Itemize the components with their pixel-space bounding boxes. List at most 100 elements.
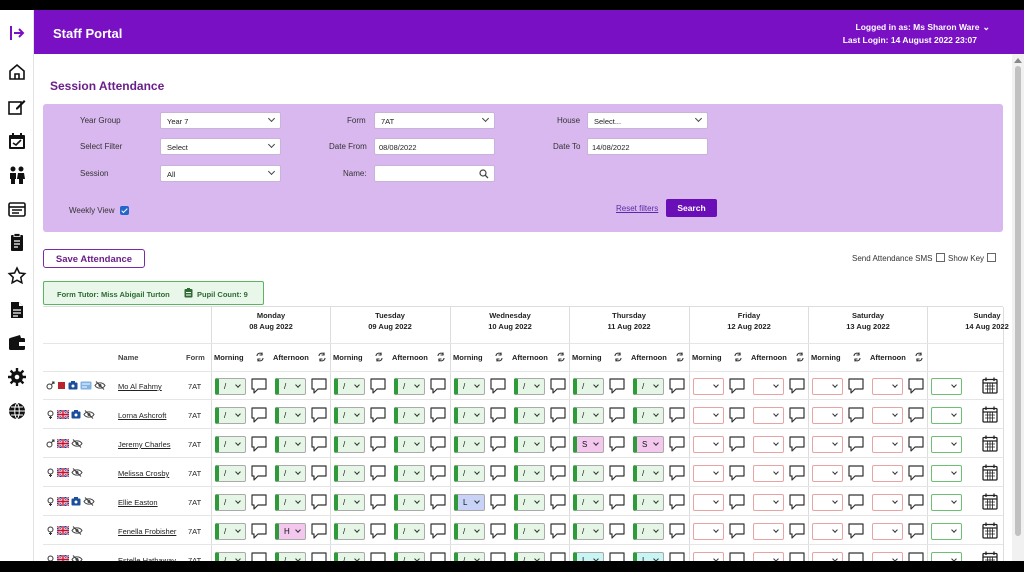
comment-icon[interactable] — [907, 493, 925, 511]
morning-attendance-select[interactable]: / — [215, 378, 246, 395]
morning-attendance-select[interactable]: / — [215, 436, 246, 453]
comment-icon[interactable] — [788, 551, 806, 561]
afternoon-attendance-select[interactable] — [753, 465, 784, 482]
afternoon-attendance-select[interactable] — [753, 494, 784, 511]
comment-icon[interactable] — [788, 435, 806, 453]
comment-icon[interactable] — [788, 464, 806, 482]
morning-attendance-select[interactable] — [812, 378, 843, 395]
afternoon-attendance-select[interactable] — [872, 523, 903, 540]
afternoon-attendance-select[interactable] — [872, 407, 903, 424]
morning-attendance-select[interactable] — [693, 552, 724, 561]
afternoon-attendance-select[interactable] — [872, 552, 903, 561]
comment-icon[interactable] — [310, 435, 328, 453]
comment-icon[interactable] — [788, 493, 806, 511]
morning-attendance-select[interactable] — [812, 465, 843, 482]
comment-icon[interactable] — [489, 493, 507, 511]
comment-icon[interactable] — [728, 522, 746, 540]
comment-icon[interactable] — [369, 551, 387, 561]
refresh-icon[interactable] — [914, 352, 924, 362]
comment-icon[interactable] — [668, 464, 686, 482]
comment-icon[interactable] — [847, 406, 865, 424]
comment-icon[interactable] — [429, 551, 447, 561]
morning-attendance-select[interactable]: / — [454, 523, 485, 540]
year-group-select[interactable]: Year 7 — [160, 112, 281, 129]
afternoon-attendance-select[interactable]: / — [633, 378, 664, 395]
comment-icon[interactable] — [429, 406, 447, 424]
afternoon-attendance-select[interactable] — [872, 465, 903, 482]
morning-attendance-select[interactable]: / — [215, 494, 246, 511]
weekly-view-checkbox[interactable] — [120, 206, 129, 215]
afternoon-attendance-select[interactable]: / — [633, 465, 664, 482]
comment-icon[interactable] — [847, 435, 865, 453]
chevron-down-icon[interactable]: ⌄ — [982, 21, 990, 34]
session-select[interactable]: All — [160, 165, 281, 182]
comment-icon[interactable] — [369, 464, 387, 482]
afternoon-attendance-select[interactable] — [753, 407, 784, 424]
wallet-icon[interactable] — [7, 333, 27, 353]
search-button[interactable]: Search — [666, 199, 717, 217]
afternoon-attendance-select[interactable]: / — [633, 523, 664, 540]
morning-attendance-select[interactable]: / — [334, 378, 365, 395]
refresh-icon[interactable] — [436, 352, 446, 362]
morning-attendance-select[interactable] — [931, 494, 962, 511]
comment-icon[interactable] — [668, 522, 686, 540]
comment-icon[interactable] — [489, 522, 507, 540]
star-icon[interactable] — [7, 266, 27, 286]
people-icon[interactable] — [7, 165, 27, 185]
calendar-icon[interactable] — [982, 551, 998, 561]
comment-icon[interactable] — [608, 435, 626, 453]
morning-attendance-select[interactable] — [812, 494, 843, 511]
afternoon-attendance-select[interactable]: H — [275, 523, 306, 540]
morning-attendance-select[interactable]: / — [334, 494, 365, 511]
morning-attendance-select[interactable]: / — [334, 465, 365, 482]
reset-filters-link[interactable]: Reset filters — [616, 204, 658, 213]
afternoon-attendance-select[interactable]: / — [275, 436, 306, 453]
home-icon[interactable] — [7, 62, 27, 82]
morning-attendance-select[interactable] — [693, 436, 724, 453]
comment-icon[interactable] — [369, 435, 387, 453]
morning-attendance-select[interactable]: / — [573, 494, 604, 511]
afternoon-attendance-select[interactable]: / — [514, 494, 545, 511]
comment-icon[interactable] — [549, 435, 567, 453]
comment-icon[interactable] — [608, 551, 626, 561]
morning-attendance-select[interactable]: / — [215, 552, 246, 561]
morning-attendance-select[interactable]: / — [215, 465, 246, 482]
comment-icon[interactable] — [429, 377, 447, 395]
comment-icon[interactable] — [489, 377, 507, 395]
comment-icon[interactable] — [250, 377, 268, 395]
comment-icon[interactable] — [608, 522, 626, 540]
afternoon-attendance-select[interactable]: / — [394, 552, 425, 561]
comment-icon[interactable] — [907, 551, 925, 561]
morning-attendance-select[interactable]: / — [573, 378, 604, 395]
afternoon-attendance-select[interactable]: / — [275, 494, 306, 511]
clipboard-icon[interactable] — [7, 232, 27, 252]
comment-icon[interactable] — [549, 522, 567, 540]
calendar-icon[interactable] — [982, 464, 998, 481]
calendar-icon[interactable] — [982, 493, 998, 510]
morning-attendance-select[interactable] — [931, 407, 962, 424]
comment-icon[interactable] — [788, 406, 806, 424]
comment-icon[interactable] — [728, 551, 746, 561]
comment-icon[interactable] — [429, 464, 447, 482]
afternoon-attendance-select[interactable]: / — [514, 378, 545, 395]
afternoon-attendance-select[interactable]: / — [394, 436, 425, 453]
morning-attendance-select[interactable]: / — [454, 378, 485, 395]
comment-icon[interactable] — [907, 377, 925, 395]
save-attendance-button[interactable]: Save Attendance — [43, 249, 145, 268]
comment-icon[interactable] — [847, 493, 865, 511]
comment-icon[interactable] — [728, 377, 746, 395]
comment-icon[interactable] — [310, 493, 328, 511]
date-from-input[interactable]: 08/08/2022 — [374, 138, 495, 155]
afternoon-attendance-select[interactable] — [753, 378, 784, 395]
comment-icon[interactable] — [310, 522, 328, 540]
morning-attendance-select[interactable] — [693, 465, 724, 482]
pupil-name-link[interactable]: Ellie Easton — [118, 498, 158, 507]
morning-attendance-select[interactable] — [931, 552, 962, 561]
comment-icon[interactable] — [310, 464, 328, 482]
comment-icon[interactable] — [429, 522, 447, 540]
afternoon-attendance-select[interactable]: / — [633, 407, 664, 424]
comment-icon[interactable] — [429, 493, 447, 511]
afternoon-attendance-select[interactable]: / — [514, 523, 545, 540]
calendar-icon[interactable] — [982, 435, 998, 452]
morning-attendance-select[interactable] — [931, 465, 962, 482]
